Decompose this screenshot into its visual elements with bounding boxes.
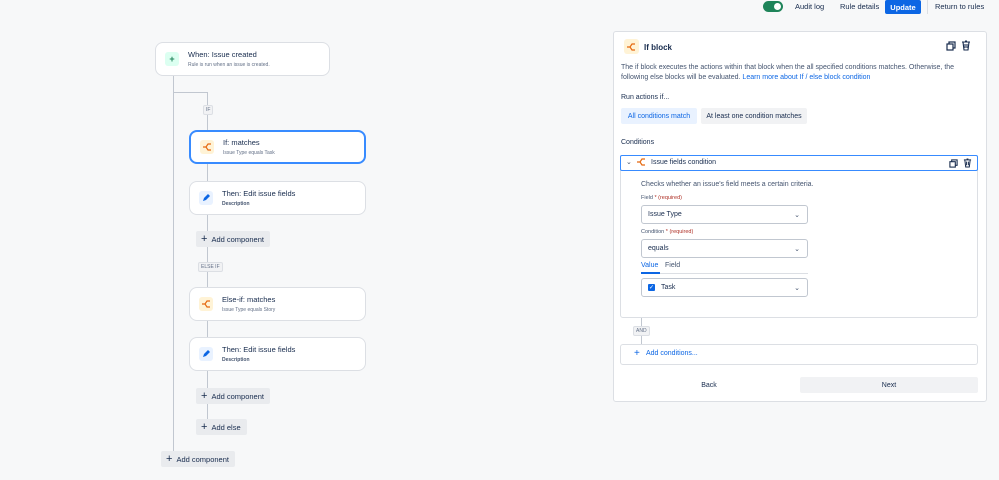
pencil-icon	[199, 191, 213, 205]
else-if-label: ELSE IF	[198, 262, 223, 272]
return-to-rules-link[interactable]: Return to rules	[935, 2, 984, 11]
and-label: AND	[633, 326, 650, 336]
add-component-button-root[interactable]: + Add component	[161, 451, 235, 467]
trigger-subtitle: Rule is run when an issue is created.	[188, 62, 270, 68]
if-block-title: If: matches	[223, 138, 260, 147]
next-button[interactable]: Next	[800, 377, 978, 393]
tab-field[interactable]: Field	[665, 262, 680, 269]
condition-select[interactable]: equals ⌄	[641, 239, 808, 258]
field-select[interactable]: Issue Type ⌄	[641, 205, 808, 224]
then-edit-title-1: Then: Edit issue fields	[222, 189, 296, 198]
branch-icon	[637, 158, 646, 168]
then-edit-title-2: Then: Edit issue fields	[222, 345, 296, 354]
at-least-one-option[interactable]: At least one condition matches	[701, 108, 807, 124]
audit-log-link[interactable]: Audit log	[795, 2, 824, 11]
branch-icon	[624, 39, 639, 54]
divider	[927, 0, 928, 14]
value-select[interactable]: ✓ Task ⌄	[641, 278, 808, 297]
branch-icon	[199, 297, 213, 311]
add-else-button[interactable]: + Add else	[196, 419, 247, 435]
tab-value[interactable]: Value	[641, 262, 658, 269]
chevron-down-icon: ⌄	[794, 246, 800, 253]
top-bar: Audit log Rule details Update Return to …	[0, 0, 999, 14]
plus-icon: +	[201, 232, 208, 245]
else-if-block-card[interactable]: Else-if: matches Issue Type equals Story	[189, 287, 366, 321]
plus-icon: +	[165, 52, 179, 66]
add-component-button-if[interactable]: + Add component	[196, 231, 270, 247]
then-edit-card-1[interactable]: Then: Edit issue fields Description	[189, 181, 366, 215]
condition-title: Issue fields condition	[651, 159, 716, 166]
active-tab-indicator	[641, 272, 660, 274]
plus-icon: +	[201, 420, 208, 433]
all-conditions-option[interactable]: All conditions match	[621, 108, 697, 124]
condition-label: Condition * (required)	[641, 229, 694, 235]
condition-label-text: Condition	[641, 229, 665, 235]
pencil-icon	[199, 347, 213, 361]
branch-icon	[200, 140, 214, 154]
condition-select-value: equals	[648, 245, 669, 252]
plus-icon: +	[634, 348, 640, 359]
add-component-button-else-if[interactable]: + Add component	[196, 388, 270, 404]
then-edit-card-2[interactable]: Then: Edit issue fields Description	[189, 337, 366, 371]
trigger-card[interactable]: + When: Issue created Rule is run when a…	[155, 42, 330, 76]
plus-icon: +	[201, 389, 208, 402]
update-button[interactable]: Update	[885, 0, 921, 14]
field-select-value: Issue Type	[648, 211, 682, 218]
chevron-down-icon: ⌄	[794, 285, 800, 292]
if-block-subtitle: Issue Type equals Task	[223, 150, 275, 156]
learn-more-link[interactable]: Learn more about If / else block conditi…	[742, 74, 870, 81]
condition-description: Checks whether an issue's field meets a …	[641, 181, 814, 188]
else-if-block-subtitle: Issue Type equals Story	[222, 307, 276, 313]
run-actions-label: Run actions if...	[621, 94, 670, 101]
main-flow-line	[173, 76, 174, 455]
duplicate-icon[interactable]	[946, 41, 956, 53]
panel-title: If block	[644, 43, 673, 52]
then-edit-subtitle-2: Description	[222, 357, 250, 363]
trash-icon[interactable]	[961, 40, 971, 53]
condition-required: (required)	[669, 229, 694, 235]
add-component-label: Add component	[176, 454, 229, 464]
value-select-value: Task	[661, 284, 676, 291]
else-if-block-title: Else-if: matches	[222, 295, 276, 304]
conditions-label: Conditions	[621, 139, 655, 146]
rule-details-link[interactable]: Rule details	[840, 2, 879, 11]
then-edit-subtitle-1: Description	[222, 201, 250, 207]
if-block-card[interactable]: If: matches Issue Type equals Task	[189, 130, 366, 164]
if-label: IF	[203, 105, 214, 115]
add-component-label: Add component	[211, 391, 264, 401]
duplicate-icon[interactable]	[949, 159, 958, 170]
add-conditions-label: Add conditions...	[646, 350, 698, 357]
panel-description: The if block executes the actions within…	[621, 63, 979, 83]
field-label-text: Field	[641, 195, 653, 201]
trash-icon[interactable]	[963, 158, 972, 170]
field-label: Field * (required)	[641, 195, 682, 201]
chevron-down-icon[interactable]: ⌄	[626, 158, 632, 166]
branch-connector	[173, 92, 207, 93]
tabs-divider	[641, 273, 808, 274]
back-button[interactable]: Back	[620, 377, 798, 393]
plus-icon: +	[166, 452, 173, 465]
add-else-label: Add else	[211, 422, 241, 432]
field-required: (required)	[658, 195, 682, 201]
trigger-title: When: Issue created	[188, 50, 257, 59]
rule-enabled-toggle[interactable]	[763, 1, 783, 12]
checkbox-icon[interactable]: ✓	[648, 284, 655, 291]
add-component-label: Add component	[211, 234, 264, 244]
add-conditions-button[interactable]: + Add conditions...	[620, 344, 978, 365]
chevron-down-icon: ⌄	[794, 212, 800, 219]
